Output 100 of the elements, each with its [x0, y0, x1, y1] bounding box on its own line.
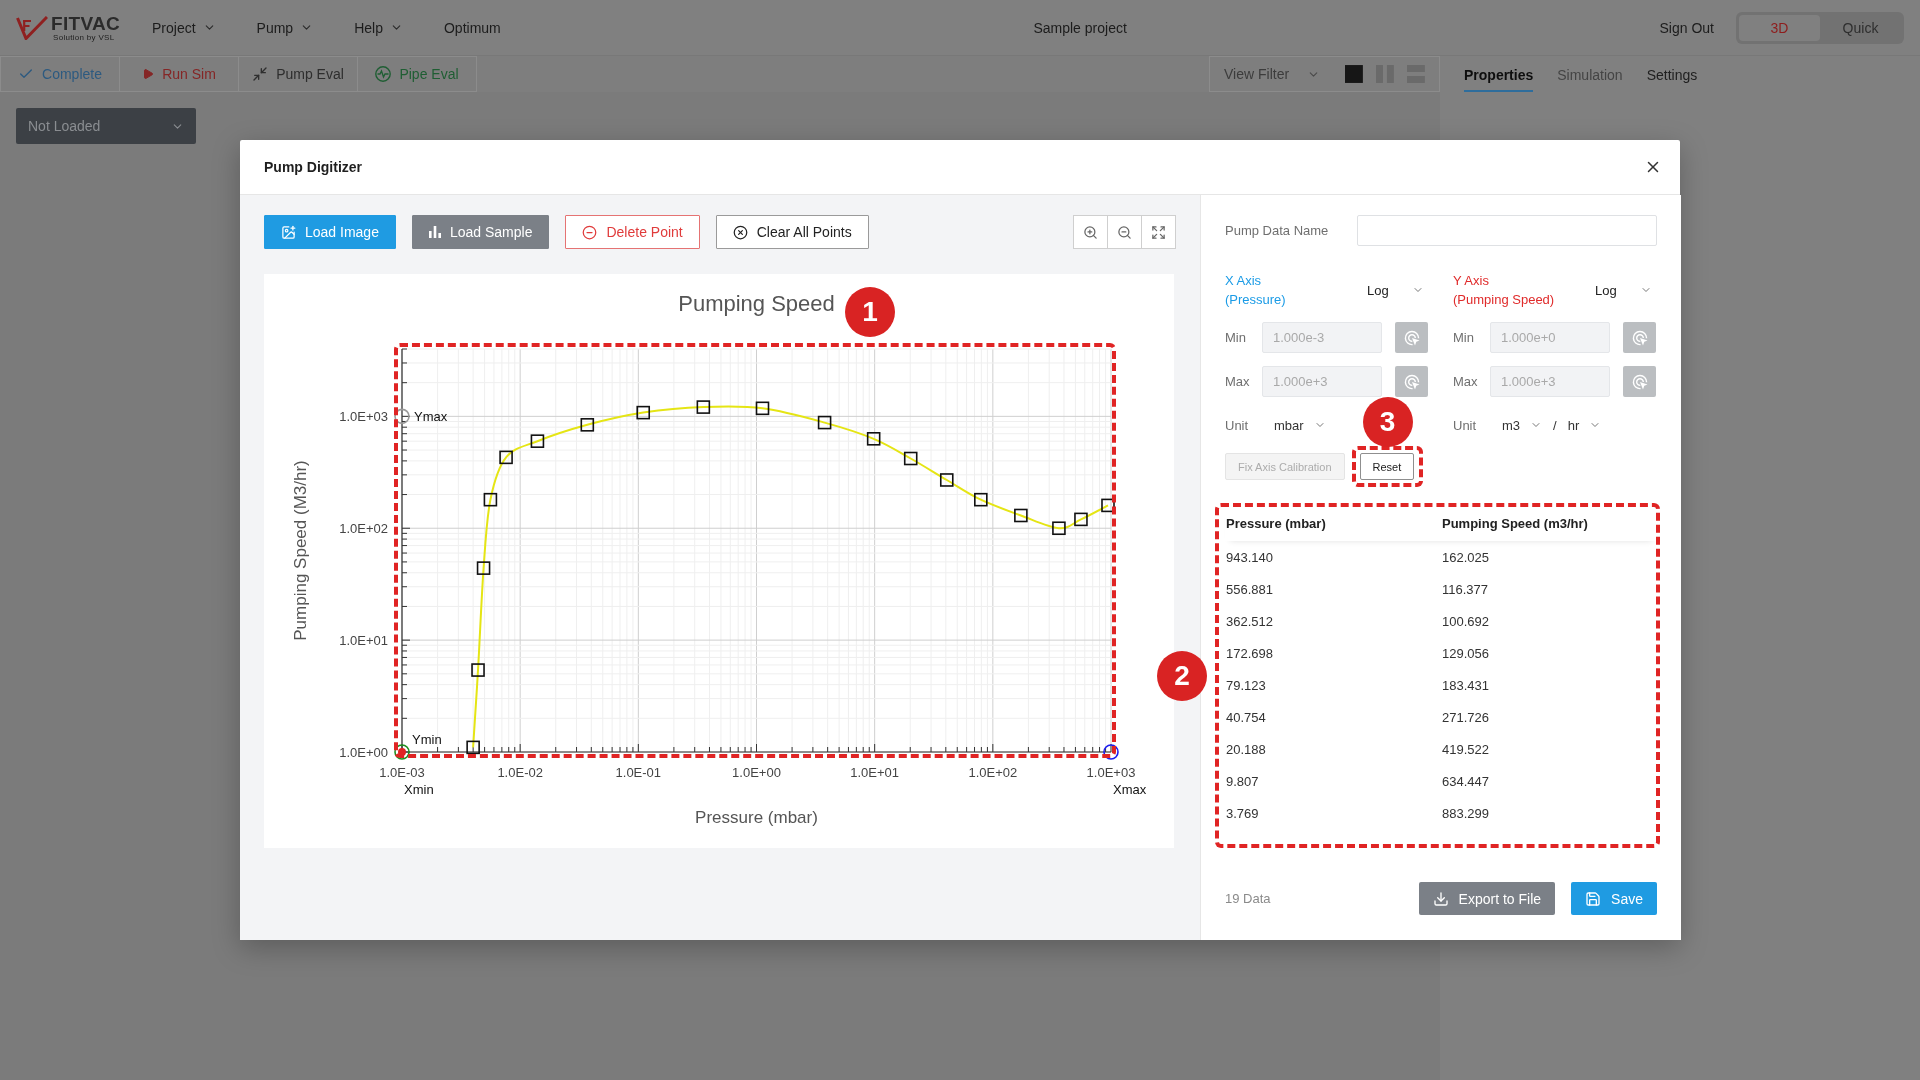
data-point-marker[interactable]: [939, 473, 954, 487]
table-cell-text: 271.726: [1441, 709, 1490, 725]
table-cell-text: 20.188: [1225, 741, 1267, 757]
calibration-label: Ymax: [414, 408, 448, 424]
dialog-title: Pump Digitizer: [264, 159, 362, 175]
axis-tick-label: 1.0E+00: [339, 744, 388, 760]
view-mode-tab[interactable]: Quick: [1820, 14, 1901, 41]
model-select[interactable]: Not Loaded: [16, 108, 196, 144]
axis-title: Pressure (mbar): [695, 808, 818, 827]
image-plus-icon: [281, 224, 296, 240]
project-title: Sample project: [1032, 19, 1128, 36]
toolbar-action-button[interactable]: Pump Eval: [238, 56, 358, 92]
axis-scale-select[interactable]: Log: [1595, 282, 1657, 298]
unit-select[interactable]: m3: [1502, 417, 1543, 433]
table-cell-text: 172.698: [1225, 645, 1274, 661]
table-cell-text: 362.512: [1225, 613, 1274, 629]
table-cell-text: 100.692: [1441, 613, 1490, 629]
save-button[interactable]: Save: [1571, 882, 1657, 915]
data-point-marker[interactable]: [499, 450, 513, 465]
logo-tagline: Solution by VSL: [53, 33, 116, 42]
data-point-marker[interactable]: [903, 451, 918, 466]
play-icon: [142, 68, 155, 80]
axis-quantity: (Pressure): [1225, 291, 1286, 309]
digitizer-tool-button[interactable]: Clear All Points: [715, 215, 869, 249]
table-cell-text: 634.447: [1441, 773, 1490, 789]
data-point-marker[interactable]: [696, 400, 711, 414]
data-point-marker[interactable]: [1101, 498, 1115, 513]
target-cursor-icon: [1403, 329, 1420, 346]
digitizer-tool-button[interactable]: Load Image: [264, 215, 396, 249]
data-point-marker[interactable]: [1014, 508, 1028, 523]
fit-view-button[interactable]: [1141, 215, 1176, 249]
unit-select[interactable]: hr: [1567, 417, 1602, 433]
calibration-marker[interactable]: [1103, 744, 1119, 760]
field-label: Pump Data Name: [1225, 223, 1330, 238]
view-mode-tab[interactable]: 3D: [1739, 14, 1820, 41]
table-cell-text: 129.056: [1441, 645, 1490, 661]
table-header-cell-text: Pressure (mbar): [1225, 515, 1327, 531]
panel-tab[interactable]: Properties: [1464, 56, 1534, 92]
save-icon: [1585, 890, 1602, 907]
data-point-marker[interactable]: [530, 434, 545, 448]
target-cursor-icon: [1631, 329, 1648, 346]
menu-item[interactable]: Pump: [256, 19, 314, 36]
export-button[interactable]: Export to File: [1418, 882, 1556, 915]
calibration-marker[interactable]: [398, 748, 406, 756]
table-cell-text: 116.377: [1441, 581, 1490, 597]
pump-data-name-field[interactable]: [1357, 215, 1657, 246]
axis-tick-label: 1.0E+02: [339, 520, 388, 536]
menu-item[interactable]: Project: [152, 19, 216, 36]
axis-tick-label: 1.0E-03: [379, 764, 425, 780]
digitizer-tool-button[interactable]: Delete Point: [565, 215, 700, 249]
table-cell-text: 419.522: [1441, 741, 1490, 757]
axis-tick-label: 1.0E+00: [732, 764, 781, 780]
axis-tick-label: 1.0E+03: [339, 408, 388, 424]
data-point-marker[interactable]: [471, 663, 485, 677]
table-cell-text: 556.881: [1225, 581, 1274, 597]
data-point-marker[interactable]: [466, 740, 480, 755]
minus-circle-icon: [582, 224, 598, 240]
zoom-in-button[interactable]: [1073, 215, 1108, 249]
panel-tab[interactable]: Settings: [1646, 56, 1698, 92]
data-point-marker[interactable]: [483, 492, 498, 507]
field-label: Unit: [1453, 417, 1478, 433]
target-cursor-icon: [1631, 373, 1648, 390]
data-point-marker[interactable]: [1052, 521, 1066, 536]
table-header-cell-text: Pumping Speed (m3/hr): [1441, 515, 1589, 531]
axis-tick-label: 1.0E+02: [968, 764, 1018, 780]
axis-scale-select[interactable]: Log: [1367, 282, 1429, 298]
data-point-marker[interactable]: [580, 418, 595, 432]
data-point-marker[interactable]: [1074, 512, 1088, 527]
menu-item[interactable]: Optimum: [443, 19, 501, 36]
callout-number: 3: [1362, 397, 1413, 447]
target-cursor-icon: [1403, 373, 1420, 390]
expand-icon: [1151, 224, 1166, 240]
data-point-marker[interactable]: [755, 401, 770, 416]
unit-select[interactable]: mbar: [1274, 417, 1326, 433]
calibration-marker[interactable]: [394, 408, 410, 425]
table-cell-text: 9.807: [1225, 773, 1260, 789]
data-point-marker[interactable]: [636, 405, 651, 420]
logo-wordmark: FITVAC: [51, 13, 120, 33]
data-point-marker[interactable]: [476, 561, 491, 575]
data-point-marker[interactable]: [866, 432, 881, 446]
zoom-in-icon: [1083, 224, 1098, 240]
field-label: Min: [1225, 330, 1247, 345]
calibration-label: Xmax: [1113, 781, 1147, 797]
axis-tick-label: 1.0E+01: [850, 764, 900, 780]
axis-tick-label: 1.0E-01: [615, 764, 662, 780]
zoom-out-button[interactable]: [1107, 215, 1142, 249]
axis-tick-label: 1.0E+03: [1086, 764, 1136, 780]
table-cell-text: 183.431: [1441, 677, 1490, 693]
axis-heading: Y Axis: [1453, 272, 1489, 290]
toolbar-action-button[interactable]: Run Sim: [119, 56, 239, 92]
data-point-marker[interactable]: [817, 415, 832, 430]
sign-out-link[interactable]: Sign Out: [1659, 19, 1714, 36]
field-label: Min: [1453, 330, 1475, 345]
data-point-marker[interactable]: [974, 492, 988, 507]
table-cell-text: 40.754: [1225, 709, 1267, 725]
calibration-button[interactable]: Reset: [1359, 453, 1415, 480]
table-cell-text: 883.299: [1441, 805, 1490, 821]
digitizer-tool-button[interactable]: Load Sample: [411, 215, 550, 249]
menu-item[interactable]: Help: [354, 19, 403, 36]
calibration-marker[interactable]: [394, 744, 410, 760]
